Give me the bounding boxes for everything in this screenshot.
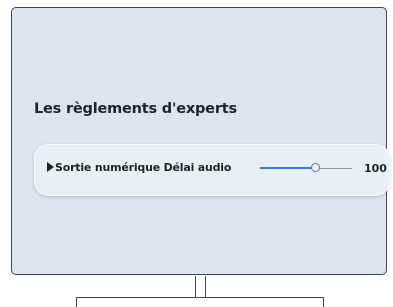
tv-screen: Les règlements d'experts Sortie numériqu… bbox=[11, 7, 390, 275]
selection-arrow-icon bbox=[47, 162, 54, 172]
section-title: Les règlements d'experts bbox=[34, 101, 237, 117]
slider-thumb[interactable] bbox=[311, 163, 320, 172]
audio-delay-slider[interactable] bbox=[260, 161, 352, 175]
tv-stand-neck bbox=[195, 276, 206, 298]
tv-stand-base bbox=[76, 297, 324, 307]
slider-value: 100 bbox=[364, 162, 387, 175]
setting-row-digital-audio-delay[interactable]: Sortie numérique Délai audio 100 bbox=[34, 144, 390, 196]
slider-fill bbox=[260, 167, 316, 169]
setting-label: Sortie numérique Délai audio bbox=[55, 161, 232, 174]
